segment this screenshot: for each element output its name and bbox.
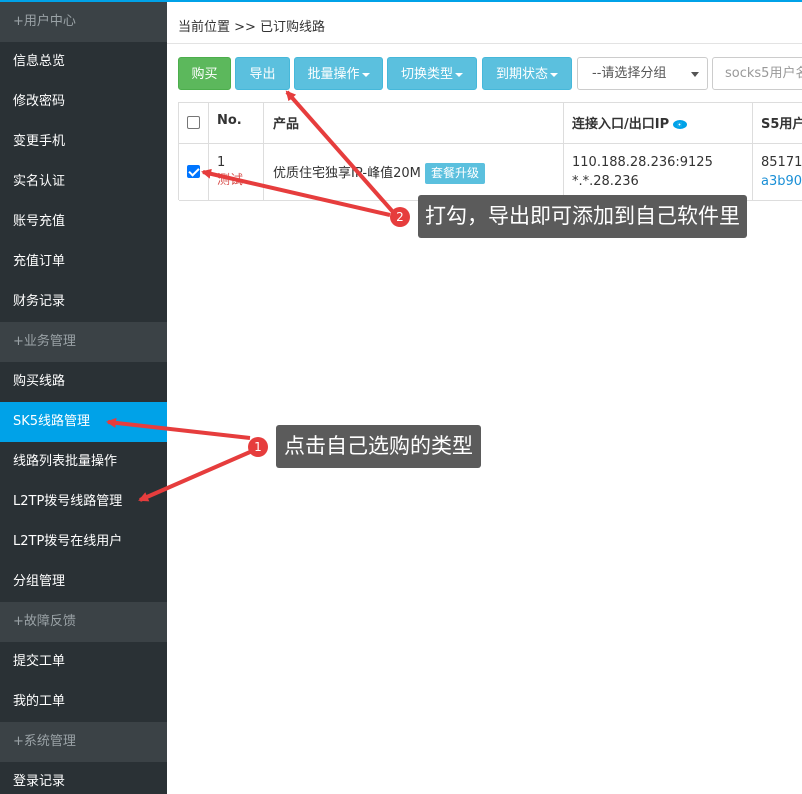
row-select-cell [179, 144, 209, 201]
caret-down-icon [550, 72, 558, 77]
expire-status-button[interactable]: 到期状态 [482, 57, 572, 90]
header-select-cell [179, 103, 209, 144]
row-product-cell: 优质住宅独享IP-峰值20M 套餐升级 [264, 144, 564, 201]
sidebar-group-user-center[interactable]: +用户中心 [0, 2, 167, 42]
group-select-value: --请选择分组 [592, 66, 667, 81]
annotation-marker-1: 1 [248, 437, 268, 457]
chevron-down-icon [691, 72, 699, 77]
sidebar-item-recharge[interactable]: 账号充值 [0, 202, 167, 242]
sidebar-item-recharge-orders[interactable]: 充值订单 [0, 242, 167, 282]
lines-table: No. 产品 连接入口/出口IP S5用户名 1 测试 优质住宅独享IP-峰值2… [178, 102, 802, 201]
batch-ops-label: 批量操作 [307, 67, 360, 82]
sidebar-item-change-password[interactable]: 修改密码 [0, 82, 167, 122]
sidebar-item-l2tp-online[interactable]: L2TP拨号在线用户 [0, 522, 167, 562]
sidebar: +用户中心 信息总览 修改密码 变更手机 实名认证 账号充值 充值订单 财务记录… [0, 2, 167, 794]
sidebar-item-sk5-lines[interactable]: SK5线路管理 [0, 402, 167, 442]
sidebar-item-submit-ticket[interactable]: 提交工单 [0, 642, 167, 682]
row-s5-cell: 851716 a3b905 [753, 144, 802, 201]
sidebar-item-finance[interactable]: 财务记录 [0, 282, 167, 322]
s5-password[interactable]: a3b905 [761, 172, 802, 191]
eye-icon[interactable] [673, 120, 688, 129]
app-window: +用户中心 信息总览 修改密码 变更手机 实名认证 账号充值 充值订单 财务记录… [0, 0, 802, 794]
upgrade-badge-button[interactable]: 套餐升级 [424, 163, 485, 184]
caret-down-icon [361, 72, 370, 77]
sidebar-group-feedback[interactable]: +故障反馈 [0, 602, 167, 642]
batch-ops-button[interactable]: 批量操作 [294, 57, 383, 90]
annotation-callout-2: 打勾，导出即可添加到自己软件里 [418, 195, 747, 238]
sidebar-item-batch-ops[interactable]: 线路列表批量操作 [0, 442, 167, 482]
sidebar-item-l2tp-lines[interactable]: L2TP拨号线路管理 [0, 482, 167, 522]
header-product[interactable]: 产品 [264, 103, 564, 144]
sidebar-group-business[interactable]: +业务管理 [0, 322, 167, 362]
header-divider [167, 43, 802, 44]
sidebar-item-change-phone[interactable]: 变更手机 [0, 122, 167, 162]
ip-entry: 110.188.28.236:9125 [572, 155, 713, 170]
header-ip[interactable]: 连接入口/出口IP [564, 103, 753, 144]
header-no[interactable]: No. [209, 103, 264, 144]
switch-type-button[interactable]: 切换类型 [387, 57, 477, 90]
sidebar-item-login-records[interactable]: 登录记录 [0, 762, 167, 794]
row-ip-cell: 110.188.28.236:9125 *.*.28.236 [564, 144, 753, 201]
annotation-callout-1: 点击自己选购的类型 [276, 425, 481, 468]
search-placeholder: socks5用户名 [725, 66, 802, 81]
breadcrumb: 当前位置 >> 已订购线路 [178, 20, 326, 35]
header-ip-label: 连接入口/出口IP [572, 117, 670, 132]
select-all-checkbox[interactable] [187, 116, 200, 129]
expire-status-label: 到期状态 [495, 67, 548, 82]
search-input[interactable]: socks5用户名 [712, 57, 802, 90]
product-name: 优质住宅独享IP-峰值20M [273, 166, 421, 181]
sidebar-item-my-tickets[interactable]: 我的工单 [0, 682, 167, 722]
row-number: 1 [217, 155, 226, 170]
annotation-marker-2: 2 [390, 207, 410, 227]
sidebar-item-buy-line[interactable]: 购买线路 [0, 362, 167, 402]
sidebar-item-groups[interactable]: 分组管理 [0, 562, 167, 602]
caret-down-icon [455, 72, 463, 77]
ip-exit: *.*.28.236 [572, 174, 639, 189]
sidebar-item-verification[interactable]: 实名认证 [0, 162, 167, 202]
row-tag: 测试 [217, 173, 244, 188]
buy-label: 购买 [191, 67, 218, 82]
group-select[interactable]: --请选择分组 [577, 57, 708, 90]
row-no-cell: 1 测试 [209, 144, 264, 201]
sidebar-group-system[interactable]: +系统管理 [0, 722, 167, 762]
export-button[interactable]: 导出 [235, 57, 290, 90]
row-checkbox[interactable] [187, 165, 200, 178]
sidebar-item-overview[interactable]: 信息总览 [0, 42, 167, 82]
export-label: 导出 [249, 67, 276, 82]
s5-username[interactable]: 851716 [761, 153, 802, 172]
header-s5-user[interactable]: S5用户名 [753, 103, 802, 144]
buy-button[interactable]: 购买 [178, 57, 231, 90]
main-content: 当前位置 >> 已订购线路 购买 导出 批量操作 切换类型 到期状态 --请选择… [167, 2, 802, 794]
switch-type-label: 切换类型 [400, 67, 453, 82]
